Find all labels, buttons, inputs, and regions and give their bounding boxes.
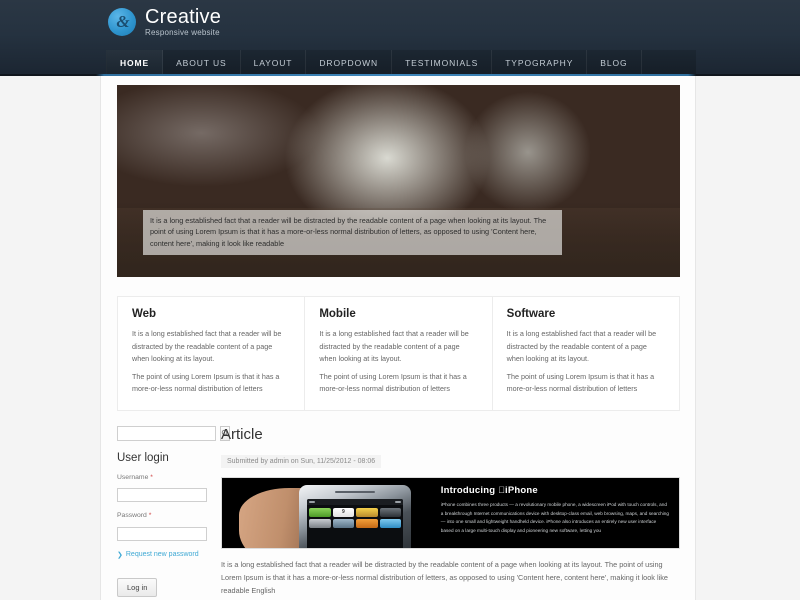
password-required-marker: *	[148, 512, 152, 520]
article-submitted-meta: Submitted by admin on Sun, 11/25/2012 - …	[221, 454, 382, 468]
iphone-device	[299, 484, 411, 548]
iphone-app-grid	[307, 505, 403, 531]
creative-circle-logo-icon: &	[108, 8, 136, 36]
search-block	[117, 425, 230, 441]
search-input[interactable]	[117, 425, 216, 441]
iphone-banner-image: Introducing iPhone iPhone combines thre…	[221, 476, 680, 549]
username-input[interactable]	[117, 488, 207, 503]
feature-software-paragraph-2: The point of using Lorem Ipsum is that i…	[506, 371, 655, 394]
nav-item-typography[interactable]: TYPOGRAPHY	[492, 50, 588, 76]
request-new-password-label: Request new password	[125, 551, 199, 559]
feature-mobile-paragraph-1: It is a long established fact that a rea…	[319, 329, 469, 364]
nav-item-home[interactable]: HOME	[107, 50, 164, 76]
feature-web: Web It is a long established fact that a…	[118, 297, 306, 410]
sidebar: User login Username * Password * ❯ Reque…	[117, 425, 230, 600]
header-inner: & Creative Responsive website HOME ABOUT…	[100, 0, 696, 76]
signal-icon	[309, 500, 316, 503]
iphone-heading-pre: Introducing	[440, 484, 499, 496]
battery-icon	[395, 500, 402, 503]
feature-columns: Web It is a long established fact that a…	[117, 296, 680, 411]
username-label-text: Username	[117, 473, 149, 481]
chevron-right-icon: ❯	[117, 551, 123, 559]
nav-item-blog[interactable]: BLOG	[587, 50, 642, 76]
site-tagline: Responsive website	[145, 28, 220, 37]
feature-web-paragraph-1: It is a long established fact that a rea…	[132, 329, 282, 364]
logo-text: Creative Responsive website	[145, 7, 221, 37]
password-input[interactable]	[117, 526, 207, 541]
hero-banner: It is a long established fact that a rea…	[117, 85, 680, 277]
page-container: It is a long established fact that a rea…	[100, 76, 696, 600]
iphone-heading-post: iPhone	[498, 484, 538, 496]
app-icon-weather	[379, 518, 402, 528]
iphone-speaker	[335, 491, 376, 494]
app-icon-text	[309, 507, 331, 517]
password-label-text: Password	[117, 512, 147, 520]
password-label: Password *	[117, 512, 207, 519]
app-icon-calendar	[332, 507, 355, 517]
page-root: & Creative Responsive website HOME ABOUT…	[0, 0, 800, 600]
lower-region: User login Username * Password * ❯ Reque…	[117, 425, 680, 600]
hero-caption: It is a long established fact that a rea…	[143, 210, 562, 255]
site-title: Creative	[145, 6, 222, 28]
feature-web-paragraph-2: The point of using Lorem Ipsum is that i…	[132, 371, 280, 394]
app-icon-photos	[356, 507, 378, 517]
article-content: Article Submitted by admin on Sun, 11/25…	[221, 426, 680, 600]
feature-software-paragraph-1: It is a long established fact that a rea…	[506, 329, 657, 364]
feature-mobile: Mobile It is a long established fact tha…	[305, 297, 493, 410]
app-icon-camera	[379, 507, 402, 517]
apple-logo-icon: 	[498, 485, 505, 495]
nav-item-dropdown[interactable]: DROPDOWN	[306, 50, 393, 76]
article-title: Article	[221, 425, 263, 443]
iphone-banner-body: iPhone combines three products — a revol…	[440, 501, 670, 534]
app-icon-notes	[356, 518, 378, 528]
app-icon-calculator	[309, 518, 331, 528]
feature-web-title: Web	[132, 308, 157, 320]
nav-item-layout[interactable]: LAYOUT	[241, 50, 307, 76]
feature-software: Software It is a long established fact t…	[493, 297, 679, 410]
iphone-banner-heading: Introducing iPhone	[441, 485, 670, 496]
nav-item-testimonials[interactable]: TESTIMONIALS	[392, 50, 493, 76]
nav-item-about-us[interactable]: ABOUT US	[163, 50, 241, 76]
log-in-button[interactable]: Log in	[117, 577, 158, 597]
user-login-heading: User login	[117, 451, 169, 464]
feature-mobile-paragraph-2: The point of using Lorem Ipsum is that i…	[319, 371, 467, 394]
site-header: & Creative Responsive website HOME ABOUT…	[0, 0, 800, 76]
app-icon-stocks	[332, 518, 355, 528]
username-required-marker: *	[150, 473, 153, 481]
iphone-banner-text: Introducing iPhone iPhone combines thre…	[437, 478, 679, 548]
iphone-screen	[307, 498, 404, 548]
feature-software-title: Software	[506, 308, 556, 320]
site-logo[interactable]: & Creative Responsive website	[108, 7, 221, 37]
username-label: Username *	[117, 474, 207, 481]
request-new-password-link[interactable]: ❯ Request new password	[117, 551, 207, 559]
main-navigation: HOME ABOUT US LAYOUT DROPDOWN TESTIMONIA…	[106, 50, 696, 76]
article-body-text: It is a long established fact that a rea…	[221, 559, 668, 596]
feature-mobile-title: Mobile	[319, 308, 356, 320]
iphone-photo	[222, 477, 437, 548]
logo-glyph: &	[116, 12, 129, 31]
